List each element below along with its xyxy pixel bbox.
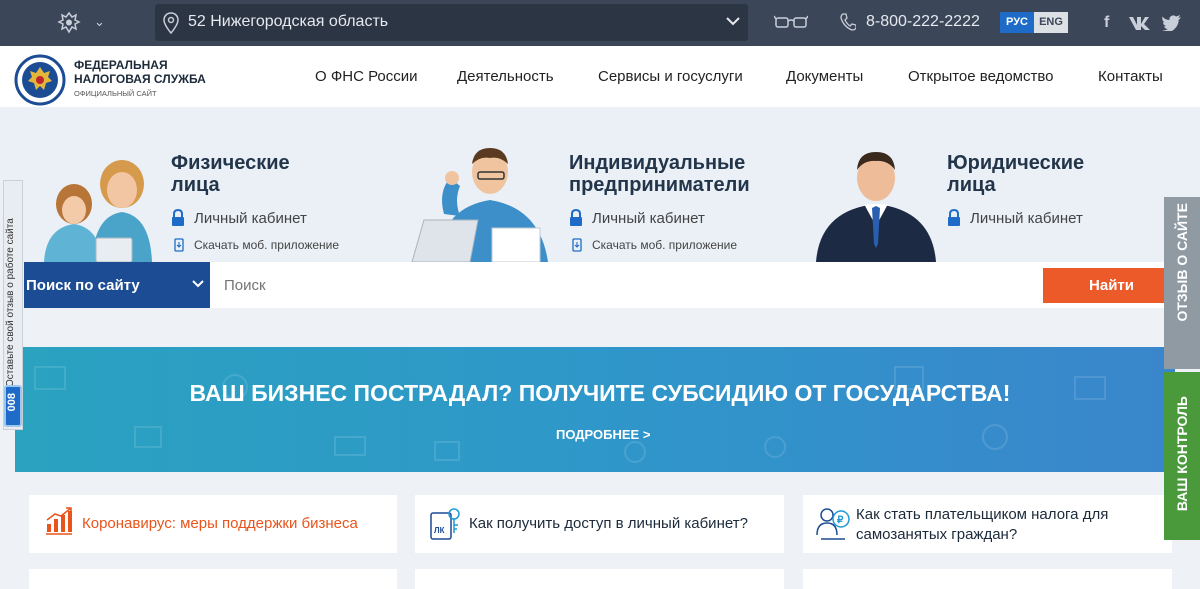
card-cabinet-text: Как получить доступ в личный кабинет? — [469, 515, 748, 532]
feedback-badge[interactable]: 008 — [4, 385, 22, 427]
banner-more-link[interactable]: ПОДРОБНЕЕ > — [556, 427, 650, 442]
cabinet-key-icon: ЛК — [430, 508, 460, 540]
phone-icon — [840, 13, 856, 31]
card-cabinet-access[interactable]: ЛК Как получить доступ в личный кабинет? — [415, 495, 784, 553]
chevron-down-icon[interactable]: ⌄ — [94, 14, 105, 30]
nav-activity[interactable]: Деятельность — [457, 68, 554, 85]
feedback-badge-label: 008 — [6, 393, 18, 412]
card-self-employed-text-line1: Как стать плательщиком налога для — [856, 506, 1109, 523]
card-self-employed-text-line2: самозанятых граждан? — [856, 526, 1018, 543]
lock-icon — [172, 209, 184, 226]
search-input[interactable] — [212, 262, 1040, 308]
individuals-title-line1: Физические — [171, 152, 290, 174]
twitter-icon[interactable] — [1162, 15, 1182, 31]
legal-entities-title-line2: лица — [947, 174, 996, 196]
mobile-app-icon — [174, 238, 184, 252]
legal-entities-title-line1: Юридические — [947, 152, 1085, 174]
individuals-app-link[interactable]: Скачать моб. приложение — [194, 238, 339, 252]
chevron-down-icon — [726, 17, 740, 26]
card-coronavirus[interactable]: Коронавирус: меры поддержки бизнеса — [29, 495, 397, 553]
lock-icon — [948, 209, 960, 226]
banner-title: ВАШ БИЗНЕС ПОСТРАДАЛ? ПОЛУЧИТЕ СУБСИДИЮ … — [189, 380, 1011, 406]
hotline-phone[interactable]: 8-800-222-2222 — [866, 13, 980, 31]
individuals-photo — [44, 160, 152, 262]
entrepreneurs-title-line1: Индивидуальные — [569, 152, 746, 174]
vk-icon[interactable] — [1128, 15, 1154, 31]
location-pin-icon — [163, 12, 179, 34]
region-label: 52 Нижегородская область — [188, 13, 389, 30]
banner-pattern — [34, 366, 1106, 463]
chart-growth-icon — [46, 507, 72, 535]
individuals-cabinet-link[interactable]: Личный кабинет — [194, 210, 307, 227]
lock-icon — [570, 209, 582, 226]
entrepreneurs-title[interactable]: Индивидуальные предприниматели — [569, 152, 750, 196]
card-row2-2[interactable] — [415, 569, 784, 589]
site-feedback-tab-text: ОТЗЫВ О САЙТЕ — [1174, 203, 1190, 322]
your-control-tab[interactable]: ВАШ КОНТРОЛЬ — [1164, 372, 1200, 540]
lang-ru-button[interactable]: РУС — [1000, 12, 1034, 33]
individuals-title[interactable]: Физические лица — [171, 152, 290, 196]
fns-logo-icon[interactable] — [14, 54, 66, 106]
eagle-emblem-icon[interactable] — [56, 10, 82, 36]
nav-open-agency[interactable]: Открытое ведомство — [908, 68, 1054, 85]
logo-subtitle: ОФИЦИАЛЬНЫЙ САЙТ — [74, 89, 157, 98]
logo-title-line1: ФЕДЕРАЛЬНАЯ — [74, 58, 168, 72]
top-bar: ⌄ 52 Нижегородская область 8-800-222-222… — [0, 0, 1200, 46]
lang-en-button[interactable]: ENG — [1034, 12, 1068, 33]
entrepreneurs-photo — [411, 148, 548, 262]
entrepreneurs-cabinet-link[interactable]: Личный кабинет — [592, 210, 705, 227]
nav-documents[interactable]: Документы — [786, 68, 863, 85]
region-select[interactable]: 52 Нижегородская область — [155, 4, 748, 41]
search-scope-label: Поиск по сайту — [26, 277, 140, 294]
search-scope-select[interactable]: Поиск по сайту — [24, 262, 210, 308]
card-coronavirus-text: Коронавирус: меры поддержки бизнеса — [82, 515, 358, 532]
entrepreneurs-title-line2: предприниматели — [569, 174, 750, 196]
logo-title: ФЕДЕРАЛЬНАЯ НАЛОГОВАЯ СЛУЖБА — [74, 58, 206, 86]
subsidy-banner[interactable] — [15, 347, 1175, 472]
nav-services[interactable]: Сервисы и госуслуги — [598, 68, 743, 85]
svg-text:ЛК: ЛК — [434, 526, 445, 535]
entrepreneurs-app-link[interactable]: Скачать моб. приложение — [592, 238, 737, 252]
site-feedback-tab[interactable]: ОТЗЫВ О САЙТЕ — [1164, 197, 1200, 369]
accessibility-glasses-icon[interactable] — [774, 14, 808, 30]
card-row2-3[interactable] — [803, 569, 1172, 589]
legal-entities-cabinet-link[interactable]: Личный кабинет — [970, 210, 1083, 227]
legal-entities-photo — [816, 152, 936, 262]
svg-text:₽: ₽ — [837, 515, 844, 526]
individuals-title-line2: лица — [171, 174, 220, 196]
your-control-tab-text: ВАШ КОНТРОЛЬ — [1174, 396, 1190, 512]
feedback-tab-text: Оставьте свой отзыв о работе сайта — [5, 218, 16, 387]
card-self-employed-text: Как стать плательщиком налога для самоза… — [856, 505, 1108, 545]
nav-contacts[interactable]: Контакты — [1098, 68, 1163, 85]
self-employed-icon: ₽ — [816, 508, 850, 540]
card-row2-1[interactable] — [29, 569, 397, 589]
chevron-down-icon — [192, 280, 204, 288]
search-button[interactable]: Найти — [1043, 268, 1180, 303]
mobile-app-icon — [572, 238, 582, 252]
card-self-employed[interactable]: ₽ Как стать плательщиком налога для само… — [803, 495, 1172, 553]
legal-entities-title[interactable]: Юридические лица — [947, 152, 1084, 196]
nav-about[interactable]: О ФНС России — [315, 68, 418, 85]
logo-title-line2: НАЛОГОВАЯ СЛУЖБА — [74, 72, 206, 86]
facebook-icon[interactable]: f — [1104, 14, 1109, 32]
